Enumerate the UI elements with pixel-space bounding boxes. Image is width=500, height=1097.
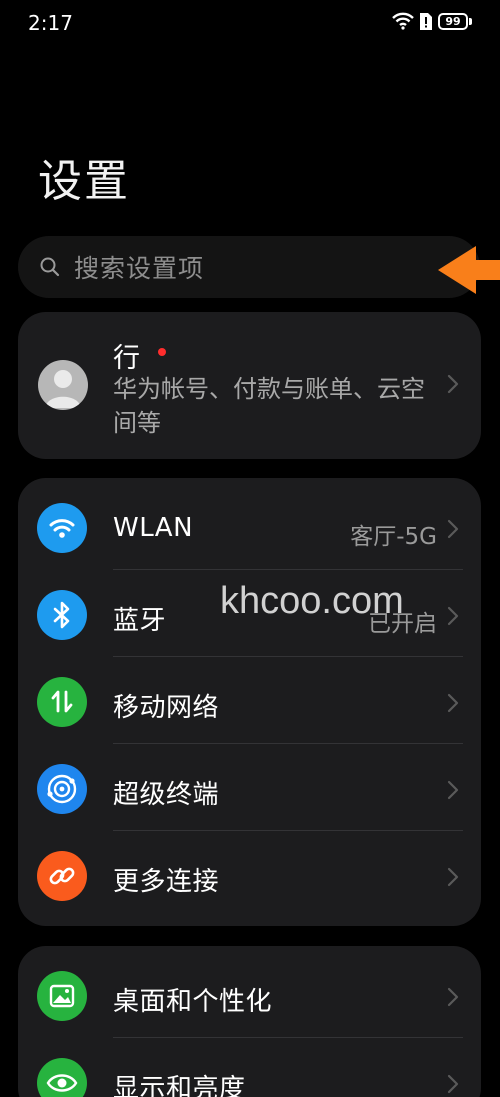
mobile-data-icon (37, 677, 87, 727)
search-input[interactable]: 搜索设置项 (18, 236, 480, 298)
row-label: 桌面和个性化 (113, 987, 273, 1017)
row-label: 蓝牙 (113, 606, 167, 636)
chevron-right-icon (447, 374, 459, 394)
settings-row-display-brightness[interactable]: 显示和亮度 (18, 1038, 481, 1097)
search-placeholder: 搜索设置项 (74, 254, 205, 283)
page-title: 设置 (38, 156, 130, 207)
chevron-right-icon (447, 1074, 459, 1094)
row-label: 移动网络 (113, 693, 220, 723)
status-icons: 99 (392, 12, 472, 30)
row-label: WLAN (113, 513, 194, 543)
bluetooth-icon (37, 590, 87, 640)
chevron-right-icon (447, 519, 459, 539)
avatar (38, 360, 88, 410)
super-device-icon (37, 764, 87, 814)
row-label: 显示和亮度 (113, 1074, 246, 1097)
account-subtitle: 华为帐号、付款与账单、云空间等 (113, 375, 425, 437)
eye-icon (37, 1058, 87, 1097)
settings-row-home-screen[interactable]: 桌面和个性化 (18, 951, 481, 1038)
link-icon (37, 851, 87, 901)
chevron-right-icon (447, 606, 459, 626)
chevron-right-icon (447, 780, 459, 800)
search-icon (40, 257, 60, 277)
display-card: 桌面和个性化 显示和亮度 (18, 946, 481, 1097)
row-value: 客厅-5G (350, 524, 437, 550)
connectivity-card: WLAN 客厅-5G 蓝牙 已开启 移动网络 超级终端 更多连接 (18, 478, 481, 926)
settings-row-super-device[interactable]: 超级终端 (18, 744, 481, 831)
status-time: 2:17 (28, 11, 73, 35)
battery-icon: 99 (438, 12, 472, 30)
account-card[interactable]: 行 华为帐号、付款与账单、云空间等 (18, 312, 481, 459)
watermark-text: khcoo.com (220, 580, 404, 622)
annotation-arrow-icon (438, 246, 500, 294)
status-bar: 2:17 99 (0, 0, 500, 48)
settings-row-mobile-network[interactable]: 移动网络 (18, 657, 481, 744)
notification-dot (158, 348, 166, 356)
battery-level: 99 (438, 12, 468, 30)
row-label: 更多连接 (113, 867, 220, 897)
chevron-right-icon (447, 987, 459, 1007)
wifi-icon (37, 503, 87, 553)
wallpaper-icon (37, 971, 87, 1021)
chevron-right-icon (447, 867, 459, 887)
settings-row-more-connections[interactable]: 更多连接 (18, 831, 481, 918)
sim-alert-icon (420, 12, 432, 30)
wifi-status-icon (392, 12, 414, 30)
chevron-right-icon (447, 693, 459, 713)
settings-row-wlan[interactable]: WLAN 客厅-5G (18, 483, 481, 570)
row-label: 超级终端 (113, 780, 220, 810)
account-name: 行 (113, 343, 140, 374)
